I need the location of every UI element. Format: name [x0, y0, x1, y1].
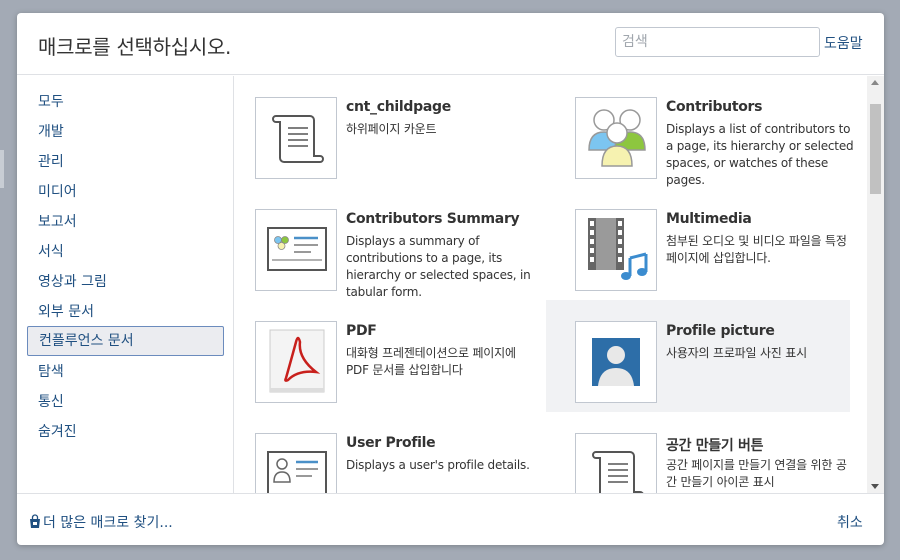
macro-title: cnt_childpage	[346, 99, 451, 115]
marketplace-bag-icon	[29, 514, 41, 533]
macro-title: PDF	[346, 323, 377, 339]
scrollbar-thumb[interactable]	[870, 104, 881, 194]
multimedia-icon	[575, 209, 657, 291]
category-external-content[interactable]: 외부 문서	[27, 298, 224, 328]
profile-picture-icon	[575, 321, 657, 403]
scroll-icon	[255, 97, 337, 179]
find-more-macros-link[interactable]: 더 많은 매크로 찾기...	[29, 512, 173, 533]
macro-description: 하위페이지 카운트	[346, 122, 437, 136]
macro-title: Profile picture	[666, 323, 775, 339]
category-development[interactable]: 개발	[27, 118, 224, 148]
background-page-fragment	[0, 150, 4, 188]
category-visuals-images[interactable]: 영상과 그림	[27, 268, 224, 298]
macro-description: Displays a user's profile details.	[346, 458, 530, 472]
dialog-header: 매크로를 선택하십시오. 도움말	[17, 13, 884, 75]
category-confluence-content[interactable]: 컨플루언스 문서	[27, 326, 224, 356]
pdf-icon	[255, 321, 337, 403]
category-sidebar: 모두 개발 관리 미디어 보고서 서식 영상과 그림 외부 문서 컨플루언스 문…	[17, 76, 234, 493]
macro-item-contributors[interactable]: Contributors Displays a list of contribu…	[555, 76, 859, 188]
scrollbar[interactable]	[867, 76, 884, 493]
macro-item-user-profile[interactable]: User Profile Displays a user's profile d…	[235, 412, 539, 493]
find-more-macros-label: 더 많은 매크로 찾기...	[43, 515, 173, 531]
macro-title: Contributors Summary	[346, 211, 520, 227]
macro-title: 공간 만들기 버튼	[666, 438, 764, 454]
macro-title: Contributors	[666, 99, 763, 115]
macro-description: 대화형 프레젠테이션으로 페이지에 PDF 문서를 삽입합니다	[346, 346, 516, 377]
user-profile-icon	[255, 433, 337, 493]
cancel-button[interactable]: 취소	[837, 512, 863, 532]
dialog-title: 매크로를 선택하십시오.	[38, 35, 232, 59]
help-link[interactable]: 도움말	[824, 33, 863, 53]
scroll-down-arrow-icon[interactable]	[871, 484, 879, 489]
macro-list: cnt_childpage 하위페이지 카운트 Contributors Dis…	[235, 76, 867, 493]
category-media[interactable]: 미디어	[27, 178, 224, 208]
dialog-footer: 더 많은 매크로 찾기... 취소	[17, 493, 884, 545]
category-admin[interactable]: 관리	[27, 148, 224, 178]
contributors-summary-icon	[255, 209, 337, 291]
scroll-icon	[575, 433, 657, 493]
macro-item-cnt-childpage[interactable]: cnt_childpage 하위페이지 카운트	[235, 76, 539, 188]
contributors-icon	[575, 97, 657, 179]
category-reporting[interactable]: 보고서	[27, 208, 224, 238]
category-navigation[interactable]: 탐색	[27, 358, 224, 388]
macro-item-pdf[interactable]: PDF 대화형 프레젠테이션으로 페이지에 PDF 문서를 삽입합니다	[235, 300, 539, 412]
macro-title: Multimedia	[666, 211, 752, 227]
scroll-up-arrow-icon[interactable]	[871, 80, 879, 85]
macro-browser-dialog: 매크로를 선택하십시오. 도움말 모두 개발 관리 미디어 보고서 서식 영상과…	[17, 13, 884, 545]
macro-item-contributors-summary[interactable]: Contributors Summary Displays a summary …	[235, 188, 539, 300]
category-hidden[interactable]: 숨겨진	[27, 418, 224, 448]
macro-description: 사용자의 프로파일 사진 표시	[666, 346, 807, 360]
category-formatting[interactable]: 서식	[27, 238, 224, 268]
macro-item-multimedia[interactable]: Multimedia 첨부된 오디오 및 비디오 파일을 특정 페이지에 삽입합…	[555, 188, 859, 300]
category-communication[interactable]: 통신	[27, 388, 224, 418]
macro-title: User Profile	[346, 435, 436, 451]
macro-description: Displays a list of contributors to a pag…	[666, 122, 854, 187]
category-all[interactable]: 모두	[27, 88, 224, 118]
macro-description: Displays a summary of contributions to a…	[346, 234, 531, 299]
macro-description: 첨부된 오디오 및 비디오 파일을 특정 페이지에 삽입합니다.	[666, 234, 847, 265]
search-input[interactable]	[615, 27, 820, 57]
macro-description: 공간 페이지를 만들기 연결을 위한 공간 만들기 아이콘 표시	[666, 458, 847, 489]
macro-item-create-space-button[interactable]: 공간 만들기 버튼 공간 페이지를 만들기 연결을 위한 공간 만들기 아이콘 …	[555, 412, 859, 493]
macro-item-profile-picture[interactable]: Profile picture 사용자의 프로파일 사진 표시	[546, 300, 850, 412]
